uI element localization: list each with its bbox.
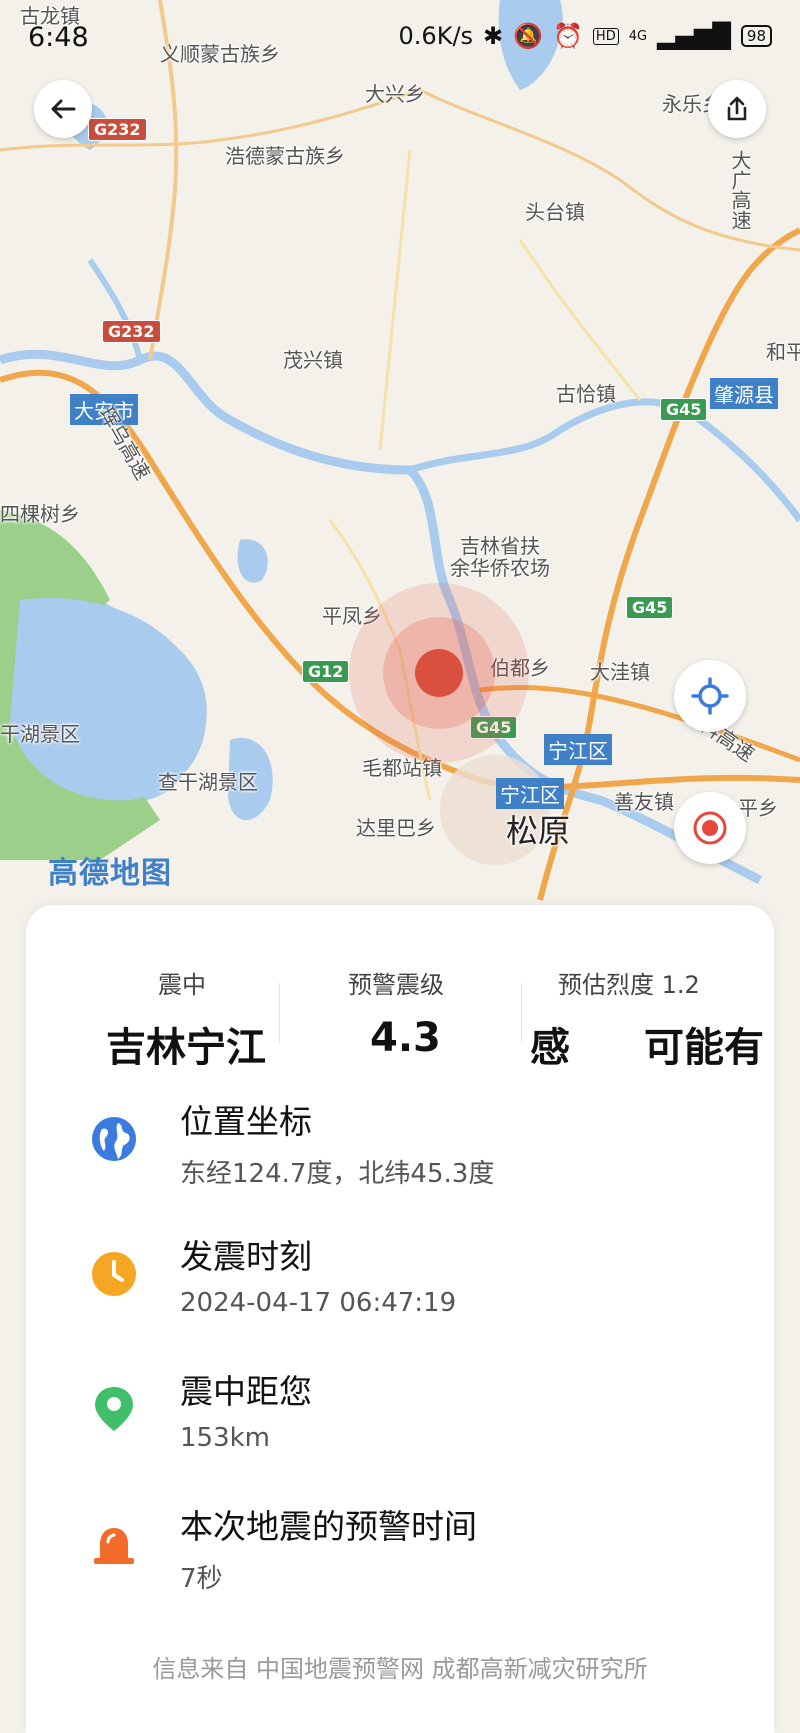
intensity-label: 预估烈度 1.2 bbox=[558, 971, 700, 999]
net-speed: 0.6K/s bbox=[398, 22, 474, 50]
intensity-extra-value: 可能有 bbox=[644, 1025, 764, 1065]
status-time: 6:48 bbox=[28, 22, 89, 53]
battery-icon: 98 bbox=[740, 25, 772, 47]
map-label: 干湖景区 bbox=[0, 722, 80, 746]
map-label: 和平 bbox=[766, 340, 800, 364]
magnitude-value: 4.3 bbox=[370, 1015, 441, 1061]
info-row-warning-time: 本次地震的预警时间 7秒 bbox=[26, 1500, 774, 1620]
map-label: 善友镇 bbox=[614, 790, 674, 814]
highway-shield: G12 bbox=[302, 660, 350, 683]
crosshair-icon bbox=[691, 677, 729, 715]
status-icons: 0.6K/s ✱ 🔕 ⏰ HD 4G ▂▄▆█ 98 bbox=[399, 22, 772, 50]
info-row-coordinates: 位置坐标 东经124.7度，北纬45.3度 bbox=[26, 1095, 774, 1215]
magnitude-label: 预警震级 bbox=[348, 971, 444, 999]
map-label: 头台镇 bbox=[525, 200, 585, 224]
highway-name: 大广高速 bbox=[728, 150, 752, 230]
source-footer: 信息来自 中国地震预警网 成都高新减灾研究所 bbox=[152, 1655, 648, 1683]
distance-title: 震中距您 bbox=[180, 1372, 312, 1411]
map-label: 四棵树乡 bbox=[0, 502, 80, 526]
info-row-time: 发震时刻 2024-04-17 06:47:19 bbox=[26, 1230, 774, 1350]
district-box: 肇源县 bbox=[710, 378, 778, 409]
target-icon bbox=[693, 811, 727, 845]
location-pin-icon bbox=[95, 1387, 133, 1431]
highway-shield: G45 bbox=[626, 596, 674, 619]
time-title: 发震时刻 bbox=[180, 1237, 312, 1276]
coordinates-title: 位置坐标 bbox=[180, 1102, 312, 1141]
info-row-distance: 震中距您 153km bbox=[26, 1365, 774, 1485]
map-label: 浩德蒙古族乡 bbox=[225, 144, 345, 168]
globe-icon bbox=[92, 1117, 136, 1161]
intensity-value: 感 bbox=[530, 1025, 570, 1065]
status-bar: 6:48 0.6K/s ✱ 🔕 ⏰ HD 4G ▂▄▆█ 98 bbox=[0, 0, 800, 70]
warning-time-title: 本次地震的预警时间 bbox=[180, 1507, 477, 1546]
map-label: 大洼镇 bbox=[590, 660, 650, 684]
distance-value: 153km bbox=[180, 1423, 271, 1453]
signal-icon: ▂▄▆█ bbox=[657, 22, 731, 50]
epicenter-marker[interactable] bbox=[415, 649, 463, 697]
epicenter-button[interactable] bbox=[674, 792, 746, 864]
stats-row[interactable]: 震中 吉林宁江 预警震级 4.3 预估烈度 1.2 感 可能有 bbox=[26, 905, 774, 1065]
map-label: 大兴乡 bbox=[365, 82, 425, 106]
network-type: 4G bbox=[628, 28, 648, 44]
divider bbox=[521, 983, 522, 1043]
district-box: 宁江区 bbox=[544, 734, 612, 765]
warning-time-value: 7秒 bbox=[180, 1564, 223, 1594]
map-label: 查干湖景区 bbox=[158, 770, 258, 794]
map-watermark: 高德地图 bbox=[48, 856, 172, 891]
back-button[interactable] bbox=[34, 80, 92, 138]
epicenter-label: 震中 bbox=[158, 971, 206, 999]
coordinates-value: 东经124.7度，北纬45.3度 bbox=[180, 1159, 495, 1189]
map-label: 达里巴乡 bbox=[356, 816, 436, 840]
highway-shield: G232 bbox=[88, 118, 147, 141]
alarm-clock-icon: ⏰ bbox=[553, 22, 583, 50]
map-label: 茂兴镇 bbox=[283, 348, 343, 372]
highway-shield: G232 bbox=[102, 320, 161, 343]
earthquake-info-panel: 震中 吉林宁江 预警震级 4.3 预估烈度 1.2 感 可能有 位置坐标 东经1… bbox=[26, 905, 774, 1733]
time-value: 2024-04-17 06:47:19 bbox=[180, 1288, 457, 1318]
locate-me-button[interactable] bbox=[674, 660, 746, 732]
map-label: 余华侨农场 bbox=[450, 556, 550, 580]
map-label: 古恰镇 bbox=[556, 382, 616, 406]
bluetooth-icon: ✱ bbox=[483, 22, 504, 50]
clock-icon bbox=[92, 1252, 136, 1296]
hd-badge: HD bbox=[592, 27, 619, 45]
highway-shield: G45 bbox=[660, 398, 708, 421]
arrow-left-icon bbox=[51, 99, 76, 119]
city-label: 松原 bbox=[506, 812, 571, 850]
epicenter-value: 吉林宁江 bbox=[106, 1025, 266, 1065]
share-button[interactable] bbox=[708, 80, 766, 138]
divider bbox=[279, 983, 280, 1043]
mute-icon: 🔕 bbox=[513, 22, 544, 50]
district-box: 宁江区 bbox=[496, 778, 564, 809]
share-icon bbox=[727, 96, 747, 121]
alarm-icon bbox=[94, 1528, 134, 1564]
